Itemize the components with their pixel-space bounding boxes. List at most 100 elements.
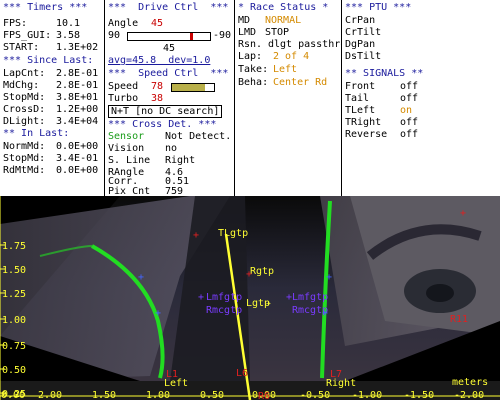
marker-l6: L6	[236, 368, 248, 379]
stopmd2-label: StopMd:	[3, 153, 46, 164]
angle-value: 45	[151, 18, 164, 29]
y-tick-label-4: 0.75	[2, 341, 26, 352]
marker-r11: R11	[450, 314, 468, 325]
signals-header: ** SIGNALS **	[345, 68, 424, 79]
y-tick-label-1: 1.50	[2, 265, 26, 276]
cross-det-header: *** Cross Det. ***	[108, 119, 217, 130]
crossd-label: CrossD:	[3, 104, 46, 115]
race-status-panel: * Race Status * MD NORMAL LMD STOP Rsn. …	[235, 0, 342, 196]
signal-front-label: Front	[345, 81, 376, 92]
turbo-label: Turbo	[108, 93, 139, 104]
in-last-header: ** In Last:	[3, 128, 70, 139]
mdchg-label: MdChg:	[3, 80, 40, 91]
sline-label: S. Line	[108, 155, 151, 166]
timers-panel: *** Timers *** FPS: 10.1 FPS_GUI: 3.58 S…	[0, 0, 105, 196]
md-label: MD	[238, 15, 251, 26]
marker-plus-red-3: +	[460, 208, 466, 219]
angle-average: avg=45.8 dev=1.0	[108, 55, 211, 66]
since-last-header: *** Since Last:	[3, 55, 94, 66]
marker-lmfgtp-right: Lmfgtp	[292, 292, 328, 303]
signal-tleft-label: TLeft	[345, 105, 376, 116]
normmd-value: 0.0E+00	[56, 141, 99, 152]
lmd-value: STOP	[265, 27, 290, 38]
x-tick-label-5: -0.50	[300, 390, 330, 400]
lapcnt-value: 2.8E-01	[56, 68, 99, 79]
vision-value: no	[165, 143, 178, 154]
marker-l1: L1	[166, 369, 178, 380]
marker-blue-4: +	[322, 308, 328, 319]
angle-slider-thumb[interactable]	[189, 33, 193, 40]
x-tick-label-1: 1.50	[92, 390, 116, 400]
signal-tail-state: off	[400, 93, 419, 104]
marker-r6: R6	[258, 391, 270, 400]
dc-search-button[interactable]: N+T [no DC search]	[108, 105, 223, 118]
ptu-dgpan[interactable]: DgPan	[345, 39, 375, 50]
x-tick-label-3: 0.50	[200, 390, 224, 400]
rsn-label: Rsn.	[238, 39, 263, 50]
stopmd2-value: 3.4E-01	[56, 153, 99, 164]
sline-value: Right	[165, 155, 196, 166]
y-tick-label-0: 1.75	[2, 241, 26, 252]
ptu-panel: *** PTU *** CrPan CrTilt DgPan DsTilt **…	[342, 0, 500, 196]
marker-l7: L7	[330, 369, 342, 380]
x-tick-label-7: -1.50	[404, 390, 434, 400]
sensor-label: Sensor	[108, 131, 145, 142]
lap-label: Lap:	[238, 51, 263, 62]
camera-view: 1.75 1.50 1.25 1.00 0.75 0.50 0.25 0.00 …	[0, 196, 500, 402]
drive-header: *** Drive Ctrl ***	[108, 2, 229, 13]
signal-reverse-state: off	[400, 129, 419, 140]
speed-bar-fill	[172, 84, 205, 91]
marker-plus-red-1: +	[193, 230, 199, 241]
marker-lmfgtp-left: Lmfgtp	[206, 292, 242, 303]
turbo-value: 38	[151, 93, 164, 104]
x-tick-label-8: -2.00	[454, 390, 484, 400]
marker-tlgtp: TLgtp	[218, 228, 248, 239]
rdmtmd-label: RdMtMd:	[3, 165, 46, 176]
ptu-header: *** PTU ***	[345, 2, 412, 13]
ptu-crtilt[interactable]: CrTilt	[345, 27, 381, 38]
signal-tright-label: TRight	[345, 117, 382, 128]
race-monitor-window: *** Timers *** FPS: 10.1 FPS_GUI: 3.58 S…	[0, 0, 500, 402]
y-tick-label-7: 0.00	[1, 390, 25, 400]
angle-range-min: 90	[108, 30, 121, 41]
signal-reverse-label: Reverse	[345, 129, 388, 140]
ptu-dstilt[interactable]: DsTilt	[345, 51, 381, 62]
dlight-value: 3.4E+04	[56, 116, 99, 127]
take-value: Left	[273, 64, 298, 75]
pixcnt-value: 759	[165, 186, 184, 196]
start-label: START:	[3, 42, 40, 53]
marker-plus-1: +	[198, 292, 204, 303]
marker-plus-2: +	[286, 292, 292, 303]
speed-value: 78	[151, 81, 164, 92]
ptu-crpan[interactable]: CrPan	[345, 15, 375, 26]
fps-label: FPS:	[3, 18, 28, 29]
x-tick-label-2: 1.00	[146, 390, 170, 400]
speed-header: *** Speed Ctrl ***	[108, 68, 229, 79]
y-tick-label-2: 1.25	[2, 289, 26, 300]
lapcnt-label: LapCnt:	[3, 68, 46, 79]
signal-tail-label: Tail	[345, 93, 370, 104]
camera-view-svg: 1.75 1.50 1.25 1.00 0.75 0.50 0.25 0.00 …	[0, 196, 500, 402]
right-object-pupil	[426, 284, 454, 302]
marker-rmcgtp-left: Rmcgtp	[206, 305, 242, 316]
angle-slider[interactable]	[127, 32, 211, 41]
take-label: Take:	[238, 64, 269, 75]
signal-tleft-state: on	[400, 105, 413, 116]
rdmtmd-value: 0.0E+00	[56, 165, 99, 176]
crossd-value: 1.2E+00	[56, 104, 99, 115]
lap-value: 2 of 4	[273, 51, 310, 62]
vision-label: Vision	[108, 143, 145, 154]
beha-label: Beha:	[238, 77, 269, 88]
marker-rgtp: Rgtp	[250, 266, 274, 277]
dlight-label: DLight:	[3, 116, 46, 127]
race-header: * Race Status *	[238, 2, 329, 13]
start-value: 1.3E+02	[56, 42, 99, 53]
lmd-label: LMD	[238, 27, 257, 38]
marker-blue-2: +	[155, 308, 161, 319]
stopmd-label: StopMd:	[3, 92, 46, 103]
timers-header: *** Timers ***	[3, 2, 88, 13]
marker-plus-red-2: +	[246, 269, 252, 280]
marker-blue-1: +	[138, 272, 144, 283]
normmd-label: NormMd:	[3, 141, 46, 152]
x-tick-label-6: -1.00	[352, 390, 382, 400]
